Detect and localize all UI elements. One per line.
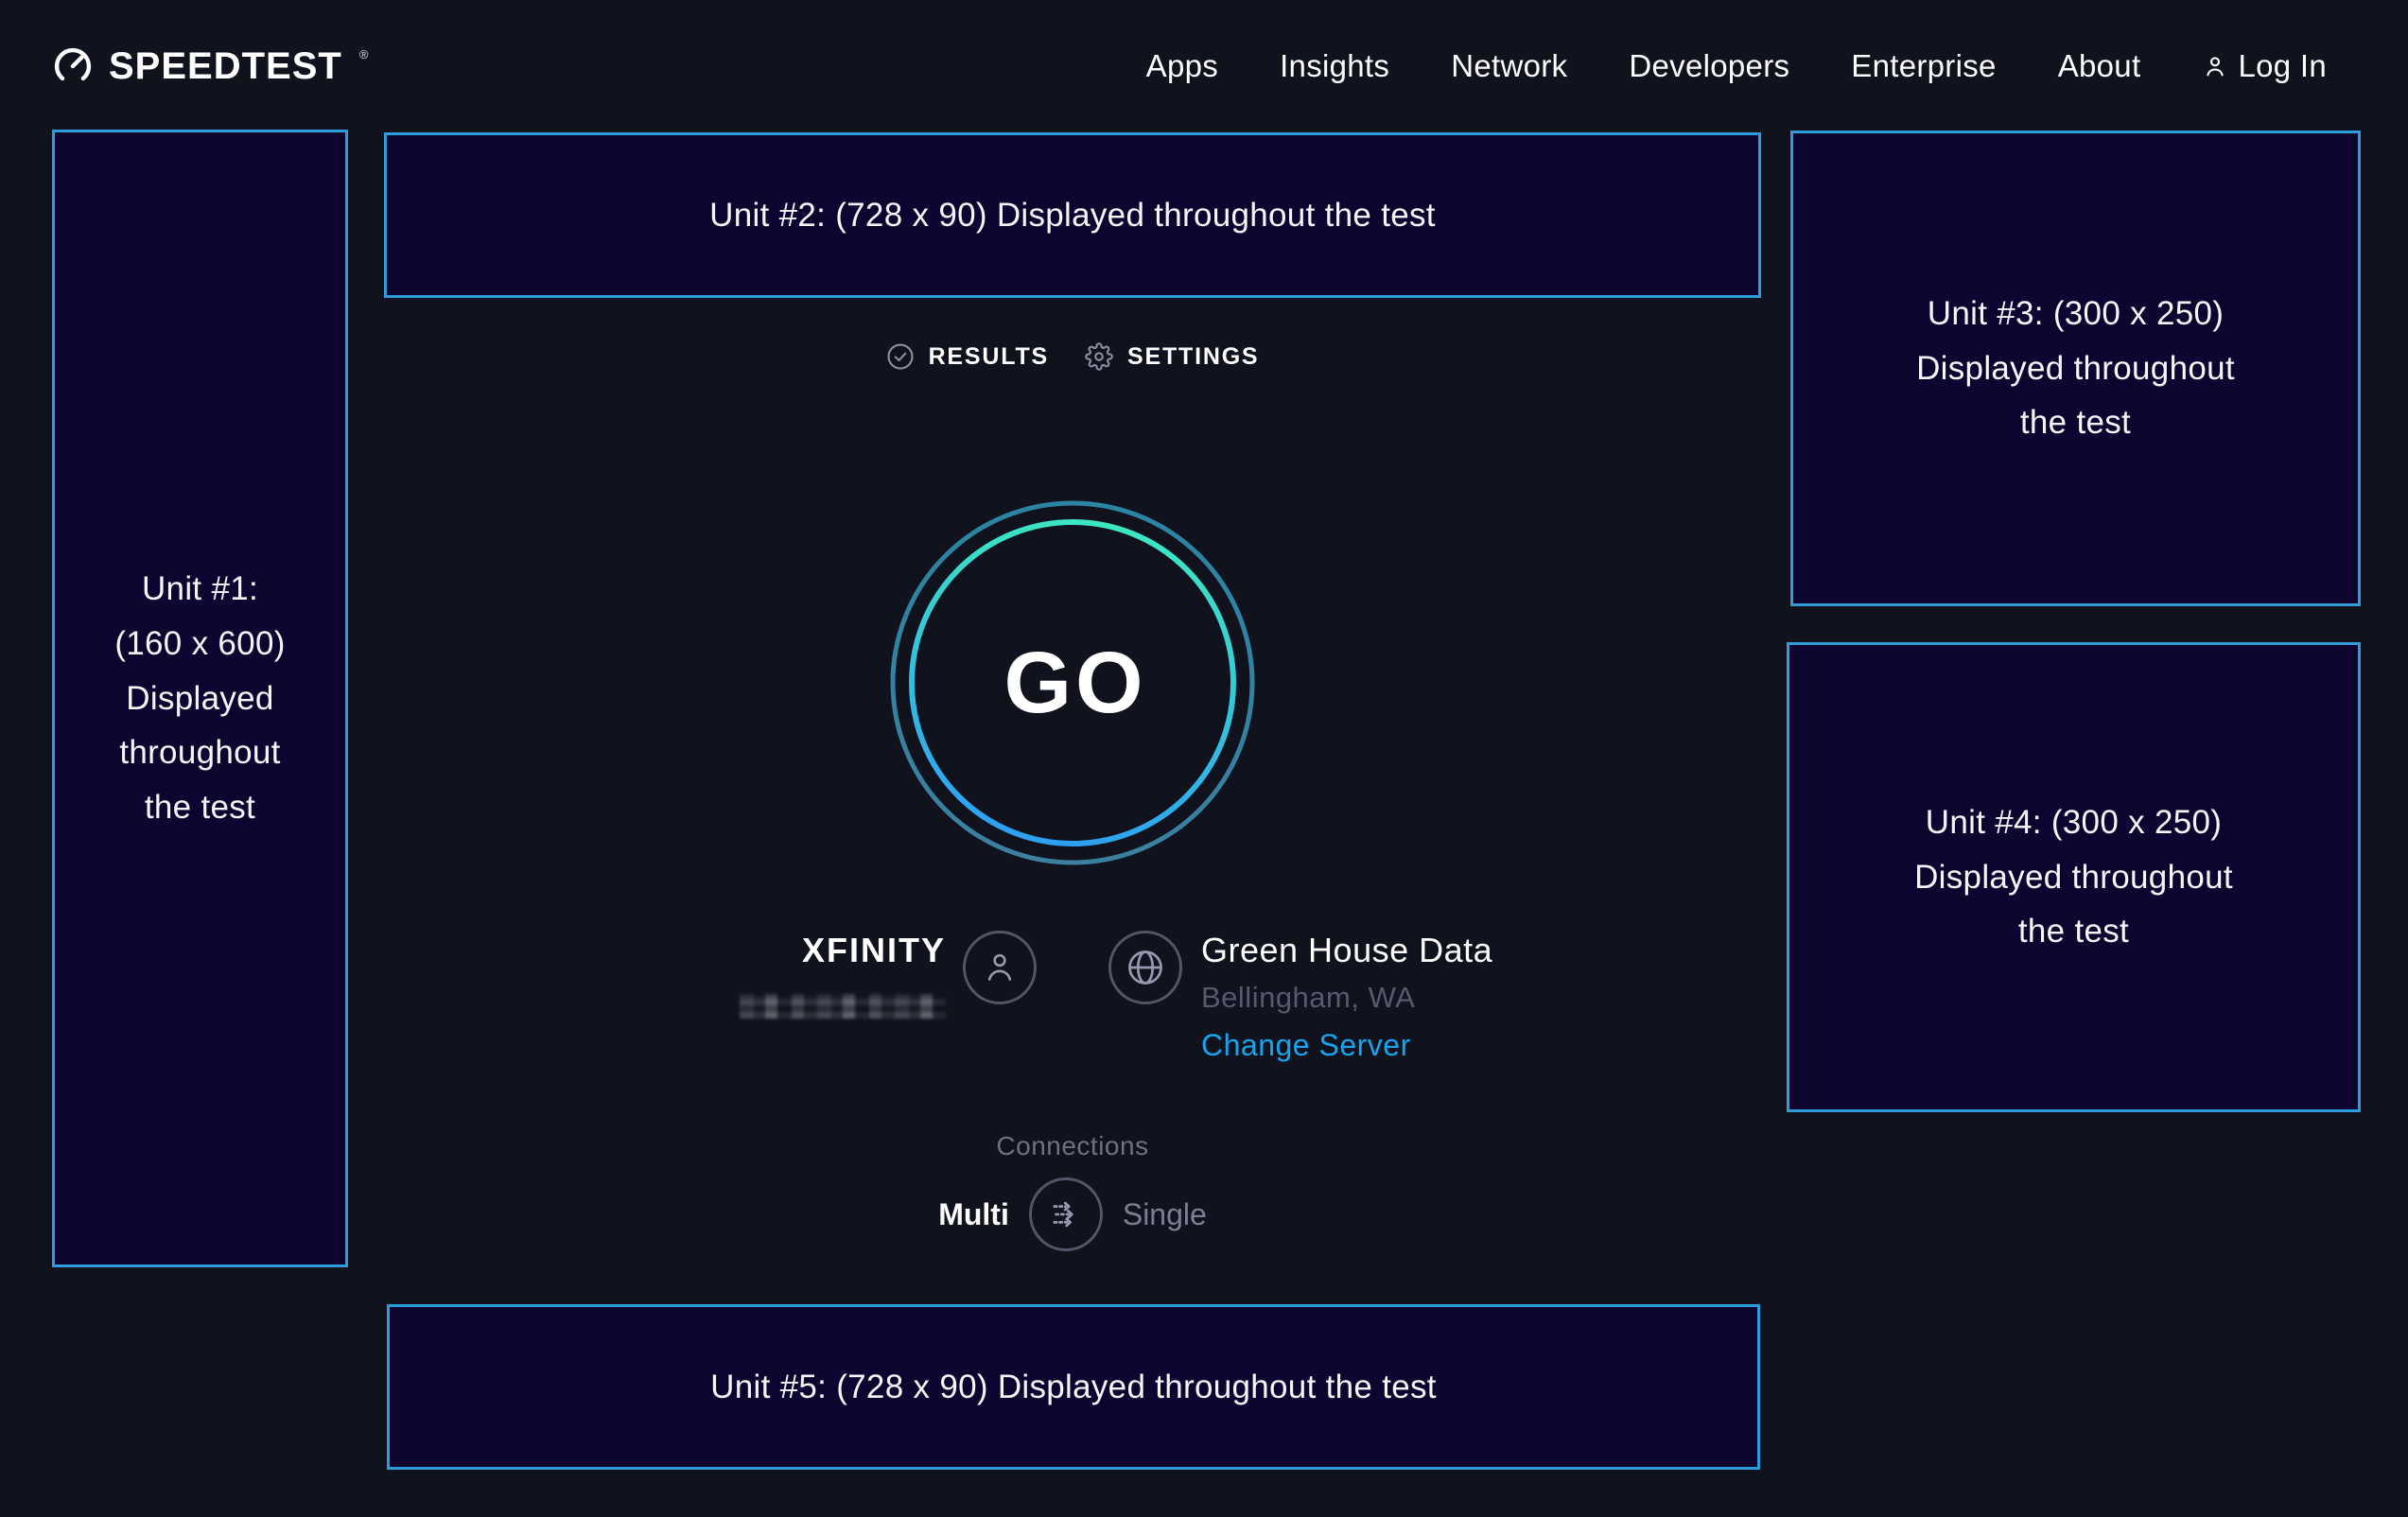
connections-single-option[interactable]: Single (1123, 1197, 1207, 1232)
isp-block: XFINITY (662, 931, 1037, 1019)
nav-enterprise[interactable]: Enterprise (1851, 48, 1996, 84)
connections-toggle-row: Multi Single (384, 1177, 1761, 1252)
go-button-label: GO (888, 498, 1257, 867)
server-info: Green House Data Bellingham, WA Change S… (1201, 931, 1492, 1063)
ad-unit-4-rectangle[interactable]: Unit #4: (300 x 250) Displayed throughou… (1787, 642, 2361, 1112)
server-block: Green House Data Bellingham, WA Change S… (1108, 931, 1492, 1063)
isp-avatar (963, 931, 1037, 1004)
nav-about[interactable]: About (2058, 48, 2141, 84)
server-location: Bellingham, WA (1201, 981, 1492, 1015)
ad-unit-2-text: Unit #2: (728 x 90) Displayed throughout… (709, 188, 1436, 243)
speedtest-logo[interactable]: SPEEDTEST ® (52, 45, 368, 88)
check-circle-icon (886, 342, 915, 371)
server-avatar (1108, 931, 1182, 1004)
main-nav: Apps Insights Network Developers Enterpr… (1146, 48, 2327, 84)
ad-unit-3-rectangle[interactable]: Unit #3: (300 x 250) Displayed throughou… (1790, 131, 2361, 606)
login-button[interactable]: Log In (2202, 48, 2327, 84)
change-server-link[interactable]: Change Server (1201, 1028, 1492, 1063)
ad-unit-1-skyscraper[interactable]: Unit #1: (160 x 600) Displayed throughou… (52, 130, 348, 1267)
isp-name: XFINITY (802, 931, 946, 970)
ad-unit-4-text: Unit #4: (300 x 250) Displayed throughou… (1906, 795, 2242, 959)
server-name: Green House Data (1201, 931, 1492, 970)
connections-multi-option[interactable]: Multi (938, 1197, 1009, 1232)
globe-icon (1125, 947, 1166, 988)
view-tabs: RESULTS SETTINGS (384, 342, 1761, 371)
ad-unit-5-leaderboard[interactable]: Unit #5: (728 x 90) Displayed throughout… (387, 1304, 1760, 1470)
speedtest-page: SPEEDTEST ® Apps Insights Network Develo… (0, 0, 2408, 1517)
nav-developers[interactable]: Developers (1629, 48, 1789, 84)
go-button[interactable]: GO (888, 498, 1257, 867)
ad-unit-2-leaderboard[interactable]: Unit #2: (728 x 90) Displayed throughout… (384, 132, 1761, 298)
nav-apps[interactable]: Apps (1146, 48, 1218, 84)
tab-results-label: RESULTS (929, 343, 1049, 371)
tab-settings-label: SETTINGS (1127, 343, 1259, 371)
connections-label: Connections (384, 1131, 1761, 1161)
isp-info: XFINITY (662, 931, 946, 1019)
multi-arrows-icon (1046, 1194, 1086, 1234)
tab-results[interactable]: RESULTS (886, 342, 1049, 371)
tab-settings[interactable]: SETTINGS (1085, 342, 1259, 371)
ad-unit-5-text: Unit #5: (728 x 90) Displayed throughout… (710, 1360, 1437, 1415)
ad-unit-3-text: Unit #3: (300 x 250) Displayed throughou… (1908, 287, 2243, 450)
login-label: Log In (2238, 48, 2327, 84)
redacted-ip-text (740, 994, 946, 1019)
nav-insights[interactable]: Insights (1280, 48, 1389, 84)
user-icon (2202, 53, 2228, 79)
speedtest-gauge-icon (52, 45, 94, 87)
nav-network[interactable]: Network (1451, 48, 1567, 84)
ad-unit-1-text: Unit #1: (160 x 600) Displayed throughou… (112, 562, 289, 835)
gear-icon (1085, 342, 1113, 371)
top-nav-bar: SPEEDTEST ® Apps Insights Network Develo… (0, 0, 2408, 132)
logo-trademark: ® (359, 47, 369, 61)
connections-toggle[interactable] (1029, 1177, 1103, 1251)
logo-wordmark: SPEEDTEST (109, 45, 342, 88)
person-icon (981, 949, 1019, 986)
